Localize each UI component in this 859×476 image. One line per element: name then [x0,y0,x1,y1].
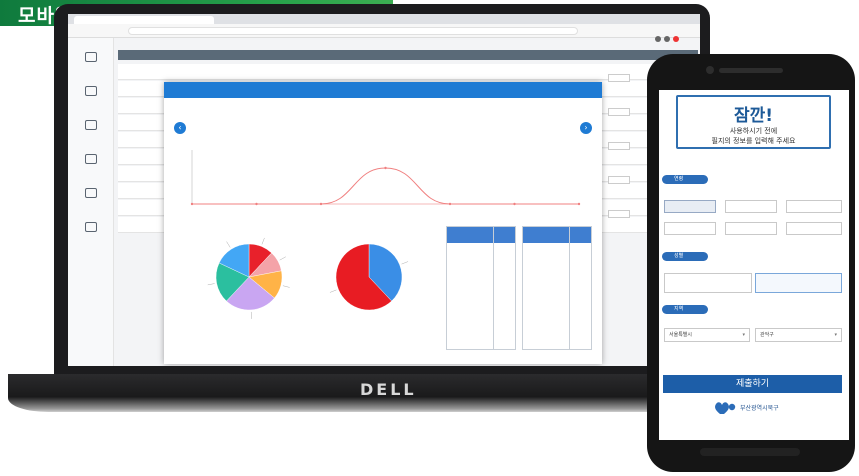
table-cell [447,250,515,257]
sidebar-item-3[interactable] [74,120,108,146]
gender-option-2[interactable] [755,273,842,293]
table-cell [447,257,515,264]
age-option-4[interactable] [664,222,716,235]
table-cell [447,271,515,278]
district-select-value: 관악구 [760,332,774,338]
heart-logo-icon [715,402,736,414]
camera-icon [706,66,714,74]
statistics-modal: ‹ › [164,82,602,364]
column-divider [493,227,494,349]
age-option-2[interactable] [725,200,777,213]
gender-option-1[interactable] [664,273,752,293]
chart-icon [85,154,97,164]
speaker-grille [719,68,783,73]
series-line [192,167,579,205]
browser-tab[interactable] [74,16,214,24]
pie-chart-1 [207,237,290,319]
prev-arrow-button[interactable]: ‹ [174,122,186,134]
line-chart [190,150,581,206]
data-point [577,202,581,206]
age-option-6[interactable] [786,222,842,235]
next-arrow-button[interactable]: › [580,122,592,134]
table-header [523,227,591,243]
age-option-1[interactable] [664,200,716,213]
browser-toolbar-icons [652,27,692,42]
data-point [319,202,323,206]
table-header [447,227,515,243]
sidebar-item-5[interactable] [74,188,108,214]
row-action-button[interactable] [608,176,630,184]
row-action-button[interactable] [608,142,630,150]
list-icon [85,52,97,62]
sidebar-item-1[interactable] [74,52,108,78]
data-point [384,166,387,170]
browser-address-bar [68,24,700,42]
city-select[interactable]: 서울특별시 ▾ [664,328,750,342]
district-select[interactable]: 관악구 ▾ [755,328,842,342]
laptop-brand-logo: DELL [360,380,417,399]
user-icon [85,120,97,130]
modal-header [164,82,602,98]
age-option-5[interactable] [725,222,777,235]
pie-leader-line [282,285,290,288]
chevron-down-icon: ▾ [834,332,837,338]
organization-logo: 부산광역시북구 [714,399,824,417]
alert-title: 잠깐! [733,106,774,126]
section-label-gender: 성별 [662,252,708,261]
alert-line-1: 사용하시기 전에 [729,127,778,135]
app-sidebar [68,38,114,366]
row-action-button[interactable] [608,74,630,82]
settings-icon [85,188,97,198]
column-divider [569,227,570,349]
data-point [190,202,194,206]
section-label-age: 연령 [662,175,708,184]
table-cell [523,257,591,264]
sidebar-item-6[interactable] [74,222,108,248]
url-field[interactable] [128,27,578,35]
pie-leader-line [207,283,215,286]
table-cell [447,278,515,285]
pie-leader-line [329,289,337,293]
alert-line-2: 필지의 정보를 입력해 주세요 [711,137,796,145]
table-cell [447,264,515,271]
table-cell [447,243,515,250]
alert-box: 잠깐! 사용하시기 전에 필지의 정보를 입력해 주세요 [676,95,831,149]
pie-leader-line [226,241,231,248]
document-icon [85,86,97,96]
section-label-region: 지역 [662,305,708,314]
stats-table-1 [446,226,516,350]
data-point [255,202,258,206]
stage: 모바일 대기 화면 예시 [0,0,859,476]
row-action-button[interactable] [608,210,630,218]
home-bar[interactable] [700,448,800,456]
organization-name: 부산광역시북구 [740,405,779,412]
stats-table-2 [522,226,592,350]
table-header [118,50,698,60]
table-cell [523,250,591,257]
sidebar-item-2[interactable] [74,86,108,112]
age-option-3[interactable] [786,200,842,213]
data-point [513,202,516,206]
sidebar-item-4[interactable] [74,154,108,180]
chevron-down-icon: ▾ [742,332,745,338]
city-select-value: 서울특별시 [669,332,693,338]
data-point [448,202,452,206]
pie-leader-line [261,237,265,245]
table-cell [523,243,591,250]
pie-leader-line [401,261,409,265]
pie-chart-2 [329,243,409,311]
submit-button[interactable]: 제출하기 [663,375,842,393]
row-action-button[interactable] [608,108,630,116]
laptop-screen: ‹ › [68,14,700,366]
browser-tab-bar [68,14,700,24]
help-icon [85,222,97,232]
pie-leader-line [279,256,286,261]
